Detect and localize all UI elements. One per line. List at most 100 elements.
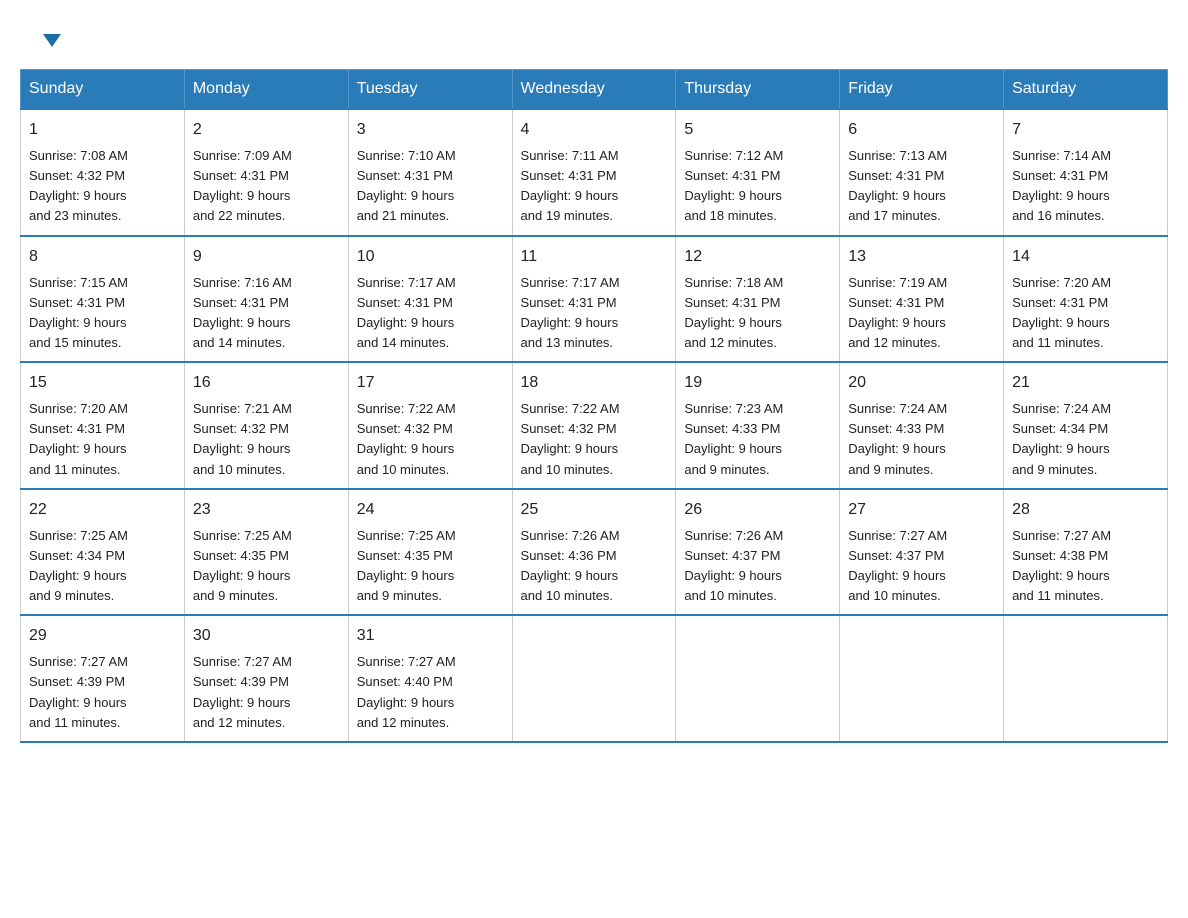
calendar-day-cell: 23 Sunrise: 7:25 AMSunset: 4:35 PMDaylig… [184,489,348,616]
day-number: 24 [357,498,504,522]
day-number: 26 [684,498,831,522]
calendar-day-cell: 10 Sunrise: 7:17 AMSunset: 4:31 PMDaylig… [348,236,512,363]
calendar-day-cell: 29 Sunrise: 7:27 AMSunset: 4:39 PMDaylig… [21,615,185,742]
day-number: 10 [357,245,504,269]
day-number: 8 [29,245,176,269]
calendar-day-cell: 31 Sunrise: 7:27 AMSunset: 4:40 PMDaylig… [348,615,512,742]
day-info: Sunrise: 7:24 AMSunset: 4:33 PMDaylight:… [848,401,947,476]
day-info: Sunrise: 7:08 AMSunset: 4:32 PMDaylight:… [29,148,128,223]
day-number: 20 [848,371,995,395]
calendar-day-cell: 16 Sunrise: 7:21 AMSunset: 4:32 PMDaylig… [184,362,348,489]
calendar-day-cell: 21 Sunrise: 7:24 AMSunset: 4:34 PMDaylig… [1004,362,1168,489]
calendar-day-cell: 17 Sunrise: 7:22 AMSunset: 4:32 PMDaylig… [348,362,512,489]
calendar-week-row: 15 Sunrise: 7:20 AMSunset: 4:31 PMDaylig… [21,362,1168,489]
calendar-day-cell: 4 Sunrise: 7:11 AMSunset: 4:31 PMDayligh… [512,109,676,236]
calendar-day-cell: 27 Sunrise: 7:27 AMSunset: 4:37 PMDaylig… [840,489,1004,616]
day-number: 4 [521,118,668,142]
calendar-header-monday: Monday [184,70,348,110]
calendar-week-row: 22 Sunrise: 7:25 AMSunset: 4:34 PMDaylig… [21,489,1168,616]
calendar-header-saturday: Saturday [1004,70,1168,110]
calendar-day-cell: 1 Sunrise: 7:08 AMSunset: 4:32 PMDayligh… [21,109,185,236]
calendar-header-tuesday: Tuesday [348,70,512,110]
calendar-day-cell: 14 Sunrise: 7:20 AMSunset: 4:31 PMDaylig… [1004,236,1168,363]
day-number: 14 [1012,245,1159,269]
day-number: 19 [684,371,831,395]
day-info: Sunrise: 7:25 AMSunset: 4:35 PMDaylight:… [193,528,292,603]
day-info: Sunrise: 7:25 AMSunset: 4:34 PMDaylight:… [29,528,128,603]
day-number: 30 [193,624,340,648]
calendar-day-cell: 26 Sunrise: 7:26 AMSunset: 4:37 PMDaylig… [676,489,840,616]
day-info: Sunrise: 7:20 AMSunset: 4:31 PMDaylight:… [29,401,128,476]
day-number: 11 [521,245,668,269]
day-number: 7 [1012,118,1159,142]
calendar-header-sunday: Sunday [21,70,185,110]
day-info: Sunrise: 7:27 AMSunset: 4:39 PMDaylight:… [29,654,128,729]
day-info: Sunrise: 7:26 AMSunset: 4:36 PMDaylight:… [521,528,620,603]
day-info: Sunrise: 7:17 AMSunset: 4:31 PMDaylight:… [521,275,620,350]
day-number: 22 [29,498,176,522]
day-number: 31 [357,624,504,648]
calendar-day-cell: 28 Sunrise: 7:27 AMSunset: 4:38 PMDaylig… [1004,489,1168,616]
day-info: Sunrise: 7:26 AMSunset: 4:37 PMDaylight:… [684,528,783,603]
day-number: 9 [193,245,340,269]
day-info: Sunrise: 7:19 AMSunset: 4:31 PMDaylight:… [848,275,947,350]
day-info: Sunrise: 7:10 AMSunset: 4:31 PMDaylight:… [357,148,456,223]
calendar-day-cell: 13 Sunrise: 7:19 AMSunset: 4:31 PMDaylig… [840,236,1004,363]
calendar-day-cell: 15 Sunrise: 7:20 AMSunset: 4:31 PMDaylig… [21,362,185,489]
logo-triangle-icon [43,34,61,47]
calendar-day-cell: 22 Sunrise: 7:25 AMSunset: 4:34 PMDaylig… [21,489,185,616]
day-number: 1 [29,118,176,142]
day-number: 27 [848,498,995,522]
calendar-day-cell: 12 Sunrise: 7:18 AMSunset: 4:31 PMDaylig… [676,236,840,363]
day-info: Sunrise: 7:16 AMSunset: 4:31 PMDaylight:… [193,275,292,350]
day-number: 23 [193,498,340,522]
day-number: 15 [29,371,176,395]
calendar-day-cell: 2 Sunrise: 7:09 AMSunset: 4:31 PMDayligh… [184,109,348,236]
day-number: 12 [684,245,831,269]
day-number: 29 [29,624,176,648]
page-header [20,20,1168,49]
day-info: Sunrise: 7:22 AMSunset: 4:32 PMDaylight:… [357,401,456,476]
day-number: 2 [193,118,340,142]
day-info: Sunrise: 7:27 AMSunset: 4:39 PMDaylight:… [193,654,292,729]
calendar-week-row: 1 Sunrise: 7:08 AMSunset: 4:32 PMDayligh… [21,109,1168,236]
day-info: Sunrise: 7:14 AMSunset: 4:31 PMDaylight:… [1012,148,1111,223]
calendar-week-row: 29 Sunrise: 7:27 AMSunset: 4:39 PMDaylig… [21,615,1168,742]
day-info: Sunrise: 7:15 AMSunset: 4:31 PMDaylight:… [29,275,128,350]
calendar-day-cell: 20 Sunrise: 7:24 AMSunset: 4:33 PMDaylig… [840,362,1004,489]
day-info: Sunrise: 7:21 AMSunset: 4:32 PMDaylight:… [193,401,292,476]
logo [40,30,61,39]
calendar-day-cell: 24 Sunrise: 7:25 AMSunset: 4:35 PMDaylig… [348,489,512,616]
day-info: Sunrise: 7:12 AMSunset: 4:31 PMDaylight:… [684,148,783,223]
calendar-day-cell [1004,615,1168,742]
day-number: 3 [357,118,504,142]
calendar-day-cell: 9 Sunrise: 7:16 AMSunset: 4:31 PMDayligh… [184,236,348,363]
calendar-day-cell: 25 Sunrise: 7:26 AMSunset: 4:36 PMDaylig… [512,489,676,616]
day-info: Sunrise: 7:17 AMSunset: 4:31 PMDaylight:… [357,275,456,350]
calendar-day-cell: 8 Sunrise: 7:15 AMSunset: 4:31 PMDayligh… [21,236,185,363]
day-number: 6 [848,118,995,142]
calendar-header-thursday: Thursday [676,70,840,110]
day-number: 5 [684,118,831,142]
day-info: Sunrise: 7:27 AMSunset: 4:37 PMDaylight:… [848,528,947,603]
day-number: 13 [848,245,995,269]
calendar-day-cell [676,615,840,742]
day-number: 16 [193,371,340,395]
calendar-day-cell: 6 Sunrise: 7:13 AMSunset: 4:31 PMDayligh… [840,109,1004,236]
day-info: Sunrise: 7:20 AMSunset: 4:31 PMDaylight:… [1012,275,1111,350]
calendar-day-cell [840,615,1004,742]
day-info: Sunrise: 7:27 AMSunset: 4:40 PMDaylight:… [357,654,456,729]
day-number: 21 [1012,371,1159,395]
calendar-day-cell: 3 Sunrise: 7:10 AMSunset: 4:31 PMDayligh… [348,109,512,236]
calendar-day-cell: 7 Sunrise: 7:14 AMSunset: 4:31 PMDayligh… [1004,109,1168,236]
day-info: Sunrise: 7:27 AMSunset: 4:38 PMDaylight:… [1012,528,1111,603]
day-info: Sunrise: 7:22 AMSunset: 4:32 PMDaylight:… [521,401,620,476]
calendar-day-cell: 11 Sunrise: 7:17 AMSunset: 4:31 PMDaylig… [512,236,676,363]
calendar-table: SundayMondayTuesdayWednesdayThursdayFrid… [20,69,1168,743]
day-info: Sunrise: 7:25 AMSunset: 4:35 PMDaylight:… [357,528,456,603]
calendar-week-row: 8 Sunrise: 7:15 AMSunset: 4:31 PMDayligh… [21,236,1168,363]
calendar-day-cell: 5 Sunrise: 7:12 AMSunset: 4:31 PMDayligh… [676,109,840,236]
calendar-header-wednesday: Wednesday [512,70,676,110]
day-info: Sunrise: 7:09 AMSunset: 4:31 PMDaylight:… [193,148,292,223]
calendar-day-cell: 30 Sunrise: 7:27 AMSunset: 4:39 PMDaylig… [184,615,348,742]
